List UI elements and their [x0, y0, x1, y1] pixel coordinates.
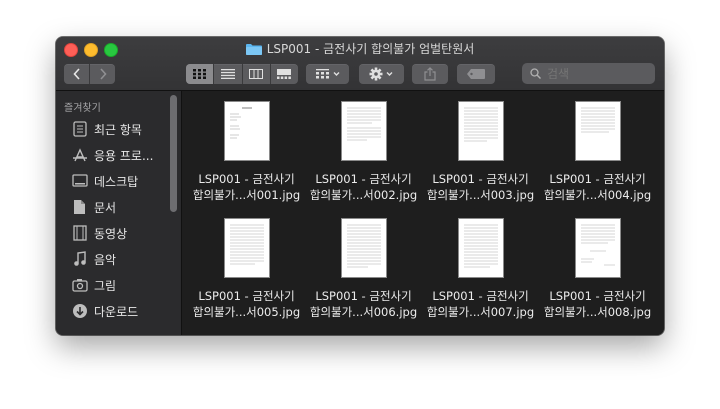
gallery-view-button[interactable] [271, 64, 298, 84]
back-button[interactable] [64, 64, 89, 84]
sidebar-item-downloads[interactable]: 다운로드 [72, 302, 138, 320]
file-name-line2: 합의불가...서001.jpg [192, 188, 301, 202]
gear-icon [369, 67, 392, 81]
sidebar-item-label: 다운로드 [94, 304, 139, 319]
sidebar-item-applications[interactable]: 응용 프로... [72, 146, 153, 164]
group-by-button[interactable] [306, 64, 349, 84]
sidebar-item-label: 그림 [94, 278, 117, 293]
tag-icon [467, 69, 485, 79]
action-button[interactable] [359, 64, 404, 84]
file-item[interactable]: LSP001 - 금전사기 합의불가...서003.jpg [423, 101, 538, 203]
file-thumbnail [457, 218, 504, 278]
window-title: LSP001 - 금전사기 합의불가 엄벌탄원서 [266, 42, 475, 56]
file-name-line2: 합의불가...서004.jpg [543, 188, 652, 202]
sidebar-item-music[interactable]: 음악 [72, 250, 116, 268]
navigation-buttons [64, 64, 115, 84]
file-item[interactable]: LSP001 - 금전사기 합의불가...서004.jpg [540, 101, 655, 203]
file-name-line1: LSP001 - 금전사기 [315, 172, 412, 186]
chevron-right-icon [99, 68, 107, 80]
sidebar-item-label: 응용 프로... [94, 148, 154, 163]
sidebar-item-desktop[interactable]: 데스크탑 [72, 172, 138, 190]
file-name: LSP001 - 금전사기 합의불가...서004.jpg [540, 171, 655, 203]
sidebar-heading: 즐겨찾기 [64, 103, 101, 114]
search-icon [530, 68, 541, 79]
search-input[interactable] [545, 65, 649, 82]
file-name-line2: 합의불가...서008.jpg [543, 305, 652, 319]
applications-icon [72, 147, 88, 163]
gallery-icon [277, 69, 292, 79]
file-thumbnail [574, 101, 621, 161]
file-name-line1: LSP001 - 금전사기 [432, 289, 529, 303]
grid-icon [193, 69, 207, 79]
folder-icon [245, 43, 262, 55]
file-item[interactable]: LSP001 - 금전사기 합의불가...서006.jpg [306, 218, 421, 320]
file-name-line1: LSP001 - 금전사기 [198, 289, 295, 303]
sidebar-item-label: 문서 [94, 200, 117, 215]
file-thumbnail [457, 101, 504, 161]
file-grid: LSP001 - 금전사기 합의불가...서001.jpg LSP001 - 금… [182, 91, 664, 335]
sidebar-item-label: 음악 [94, 252, 117, 267]
forward-button[interactable] [90, 64, 115, 84]
file-name: LSP001 - 금전사기 합의불가...서002.jpg [306, 171, 421, 203]
search-field[interactable] [522, 63, 655, 84]
titlebar: LSP001 - 금전사기 합의불가 엄벌탄원서 [56, 37, 664, 91]
file-item[interactable]: LSP001 - 금전사기 합의불가...서002.jpg [306, 101, 421, 203]
share-icon [424, 67, 436, 81]
file-name-line2: 합의불가...서003.jpg [426, 188, 535, 202]
share-button[interactable] [412, 64, 448, 84]
file-item[interactable]: LSP001 - 금전사기 합의불가...서005.jpg [189, 218, 304, 320]
chevron-left-icon [72, 68, 80, 80]
music-icon [72, 251, 88, 267]
file-thumbnail [340, 218, 387, 278]
file-name: LSP001 - 금전사기 합의불가...서003.jpg [423, 171, 538, 203]
desktop-icon [72, 173, 88, 189]
file-item[interactable]: LSP001 - 금전사기 합의불가...서008.jpg [540, 218, 655, 320]
window-title-area: LSP001 - 금전사기 합의불가 엄벌탄원서 [56, 40, 664, 57]
movies-icon [72, 225, 88, 241]
file-thumbnail [340, 101, 387, 161]
icon-view-button[interactable] [186, 64, 215, 84]
file-name-line2: 합의불가...서007.jpg [426, 305, 535, 319]
file-name-line1: LSP001 - 금전사기 [432, 172, 529, 186]
sidebar-item-pictures[interactable]: 그림 [72, 276, 116, 294]
downloads-icon [72, 303, 88, 319]
list-icon [220, 69, 235, 79]
list-view-button[interactable] [214, 64, 243, 84]
documents-icon [72, 199, 88, 215]
file-name: LSP001 - 금전사기 합의불가...서005.jpg [189, 288, 304, 320]
file-name-line2: 합의불가...서002.jpg [309, 188, 418, 202]
view-mode-control [186, 64, 298, 84]
sidebar-item-recents[interactable]: 최근 항목 [72, 120, 142, 138]
sidebar-item-label: 데스크탑 [94, 174, 139, 189]
tags-button[interactable] [457, 64, 495, 84]
file-thumbnail [574, 218, 621, 278]
sidebar-item-documents[interactable]: 문서 [72, 198, 116, 216]
file-name-line1: LSP001 - 금전사기 [315, 289, 412, 303]
file-name-line1: LSP001 - 금전사기 [549, 289, 646, 303]
sidebar-scrollbar[interactable] [170, 95, 177, 212]
file-item[interactable]: LSP001 - 금전사기 합의불가...서001.jpg [189, 101, 304, 203]
file-name-line2: 합의불가...서006.jpg [309, 305, 418, 319]
pictures-icon [72, 277, 88, 293]
file-thumbnail [223, 101, 270, 161]
file-name-line1: LSP001 - 금전사기 [549, 172, 646, 186]
column-view-button[interactable] [243, 64, 271, 84]
sidebar: 즐겨찾기 최근 항목 응용 프로... 데스크탑 문서 동영상 음악 그림 다운… [56, 91, 182, 335]
sidebar-item-movies[interactable]: 동영상 [72, 224, 127, 242]
file-name-line2: 합의불가...서005.jpg [192, 305, 301, 319]
file-thumbnail [223, 218, 270, 278]
file-name: LSP001 - 금전사기 합의불가...서007.jpg [423, 288, 538, 320]
sidebar-item-label: 최근 항목 [94, 122, 142, 137]
file-item[interactable]: LSP001 - 금전사기 합의불가...서007.jpg [423, 218, 538, 320]
columns-icon [249, 69, 264, 79]
sidebar-item-label: 동영상 [94, 226, 128, 241]
recent-icon [72, 121, 88, 137]
file-name-line1: LSP001 - 금전사기 [198, 172, 295, 186]
group-icon [315, 69, 339, 79]
file-name: LSP001 - 금전사기 합의불가...서001.jpg [189, 171, 304, 203]
file-name: LSP001 - 금전사기 합의불가...서006.jpg [306, 288, 421, 320]
file-name: LSP001 - 금전사기 합의불가...서008.jpg [540, 288, 655, 320]
finder-window: LSP001 - 금전사기 합의불가 엄벌탄원서 검색 즐겨찾기 최근 항목 응… [56, 37, 664, 335]
